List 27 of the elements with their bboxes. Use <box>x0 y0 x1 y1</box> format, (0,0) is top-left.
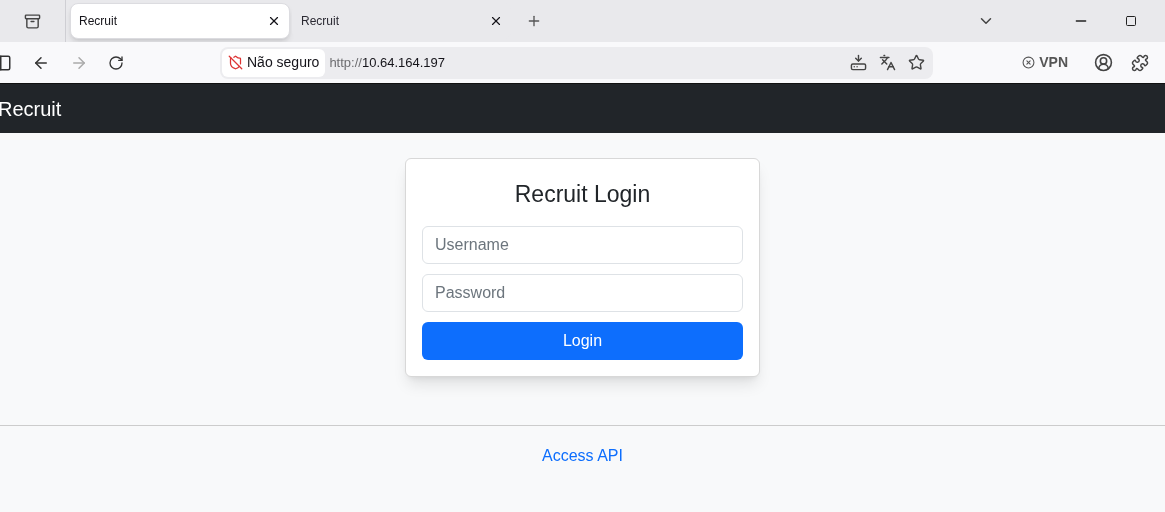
tab-title: Recruit <box>301 13 339 30</box>
new-tab-icon[interactable] <box>526 13 542 29</box>
sidebar-icon[interactable] <box>0 53 12 72</box>
access-api-link[interactable]: Access API <box>542 443 623 468</box>
browser-tab[interactable]: Recruit <box>70 3 290 39</box>
vpn-button[interactable]: VPN <box>1022 52 1068 73</box>
address-bar[interactable]: Não seguro http://10.64.164.197 <box>220 46 933 79</box>
navbar-brand[interactable]: Recruit <box>0 93 62 124</box>
url-host: 10.64.164.197 <box>361 53 446 72</box>
bookmark-star-icon[interactable] <box>908 54 925 71</box>
security-badge[interactable]: Não seguro <box>222 48 326 77</box>
card-title: Recruit Login <box>513 180 652 209</box>
close-icon[interactable] <box>489 14 503 28</box>
close-icon[interactable] <box>267 14 281 28</box>
account-icon[interactable] <box>1094 53 1113 72</box>
input-field[interactable]: Username <box>422 225 743 264</box>
extensions-icon[interactable] <box>1131 53 1149 72</box>
input-field[interactable]: Password <box>422 273 743 312</box>
download-icon[interactable] <box>850 54 867 71</box>
login-button[interactable]: Login <box>422 321 743 360</box>
vpn-status-icon <box>1022 56 1036 69</box>
shield-icon <box>228 55 243 70</box>
url-scheme: http:// <box>329 53 362 72</box>
reload-icon[interactable] <box>108 54 124 71</box>
translate-icon[interactable] <box>879 54 896 71</box>
tab-title: Recruit <box>79 13 117 30</box>
maximize-icon[interactable] <box>1125 15 1137 27</box>
